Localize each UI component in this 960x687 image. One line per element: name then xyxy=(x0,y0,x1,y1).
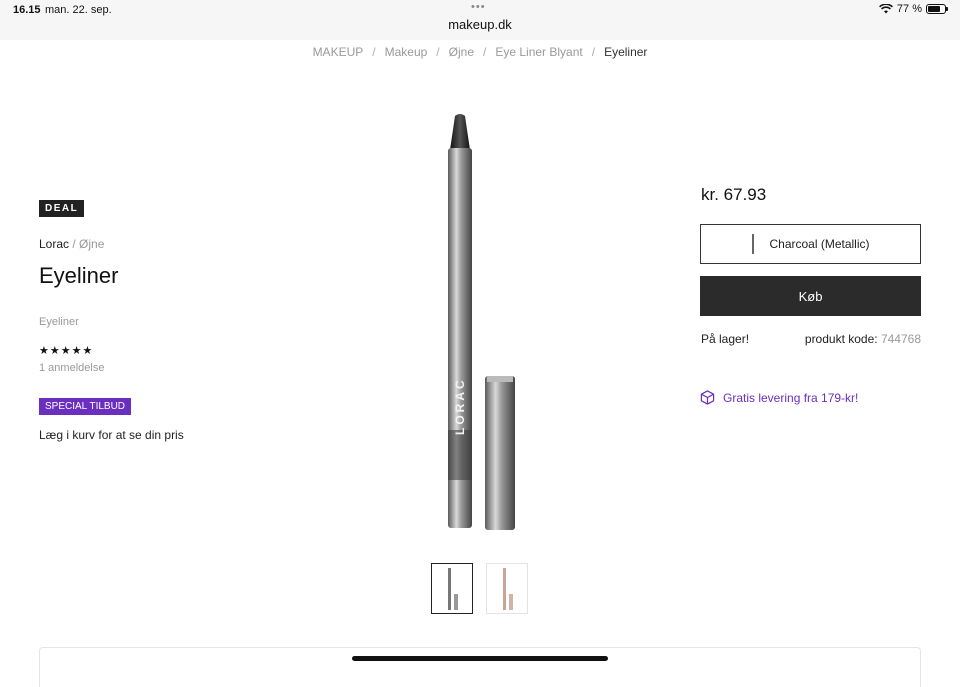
free-shipping-label: Gratis levering fra 179-kr! xyxy=(723,390,859,405)
breadcrumb-item-ojne[interactable]: Øjne xyxy=(449,45,474,59)
status-bar: 16.15 man. 22. sep. ••• makeup.dk 77 % xyxy=(0,0,960,40)
free-shipping-link[interactable]: Gratis levering fra 179-kr! xyxy=(700,390,858,405)
thumbnail-1[interactable] xyxy=(431,563,473,614)
brand-line: Lorac / Øjne xyxy=(39,237,105,251)
thumbnail-2[interactable] xyxy=(486,563,528,614)
stock-status: På lager! xyxy=(701,332,750,346)
multitasking-dots[interactable]: ••• xyxy=(471,1,486,13)
battery-icon xyxy=(926,4,948,14)
variant-label: Charcoal (Metallic) xyxy=(769,237,870,251)
color-swatch-icon xyxy=(752,234,755,254)
breadcrumb-item-makeup[interactable]: Makeup xyxy=(385,45,428,59)
box-icon xyxy=(700,390,715,405)
product-code: produkt kode: 744768 xyxy=(804,332,921,346)
deal-badge: DEAL xyxy=(39,200,85,217)
breadcrumb-item-eye-liner-blyant[interactable]: Eye Liner Blyant xyxy=(495,45,582,59)
product-title: Eyeliner xyxy=(39,263,119,288)
variant-selector[interactable]: Charcoal (Metallic) xyxy=(700,224,921,264)
address-bar-url[interactable]: makeup.dk xyxy=(0,17,960,32)
thumbnail-1-image xyxy=(448,568,458,610)
category-link[interactable]: Øjne xyxy=(79,237,104,251)
wifi-icon xyxy=(878,4,893,14)
product-type: Eyeliner xyxy=(39,316,79,328)
special-offer-badge: SPECIAL TILBUD xyxy=(39,398,132,415)
status-indicators: 77 % xyxy=(878,3,948,15)
breadcrumb: MAKEUP / Makeup / Øjne / Eye Liner Blyant / Eyel… xyxy=(312,45,648,59)
reviews-link[interactable]: 1 anmeldelse xyxy=(39,362,104,374)
product-code-value: 744768 xyxy=(880,332,921,346)
product-brand-print: LORAC xyxy=(453,377,467,435)
product-image[interactable]: LORAC xyxy=(430,110,530,540)
thumbnail-2-image xyxy=(503,568,513,610)
rating-stars[interactable]: ★★★★★ xyxy=(39,344,93,357)
product-price: kr. 67.93 xyxy=(701,185,767,204)
breadcrumb-item-current: Eyeliner xyxy=(604,45,648,59)
status-time: 16.15 xyxy=(13,4,41,16)
brand-link[interactable]: Lorac xyxy=(39,237,69,251)
status-date: man. 22. sep. xyxy=(45,4,112,16)
cart-price-note: Læg i kurv for at se din pris xyxy=(39,428,184,442)
home-indicator[interactable] xyxy=(352,656,608,661)
breadcrumb-item-makeup-root[interactable]: MAKEUP xyxy=(313,45,364,59)
buy-button[interactable]: Køb xyxy=(700,276,921,316)
battery-percent: 77 % xyxy=(896,3,922,15)
bottom-section-card xyxy=(39,647,921,687)
